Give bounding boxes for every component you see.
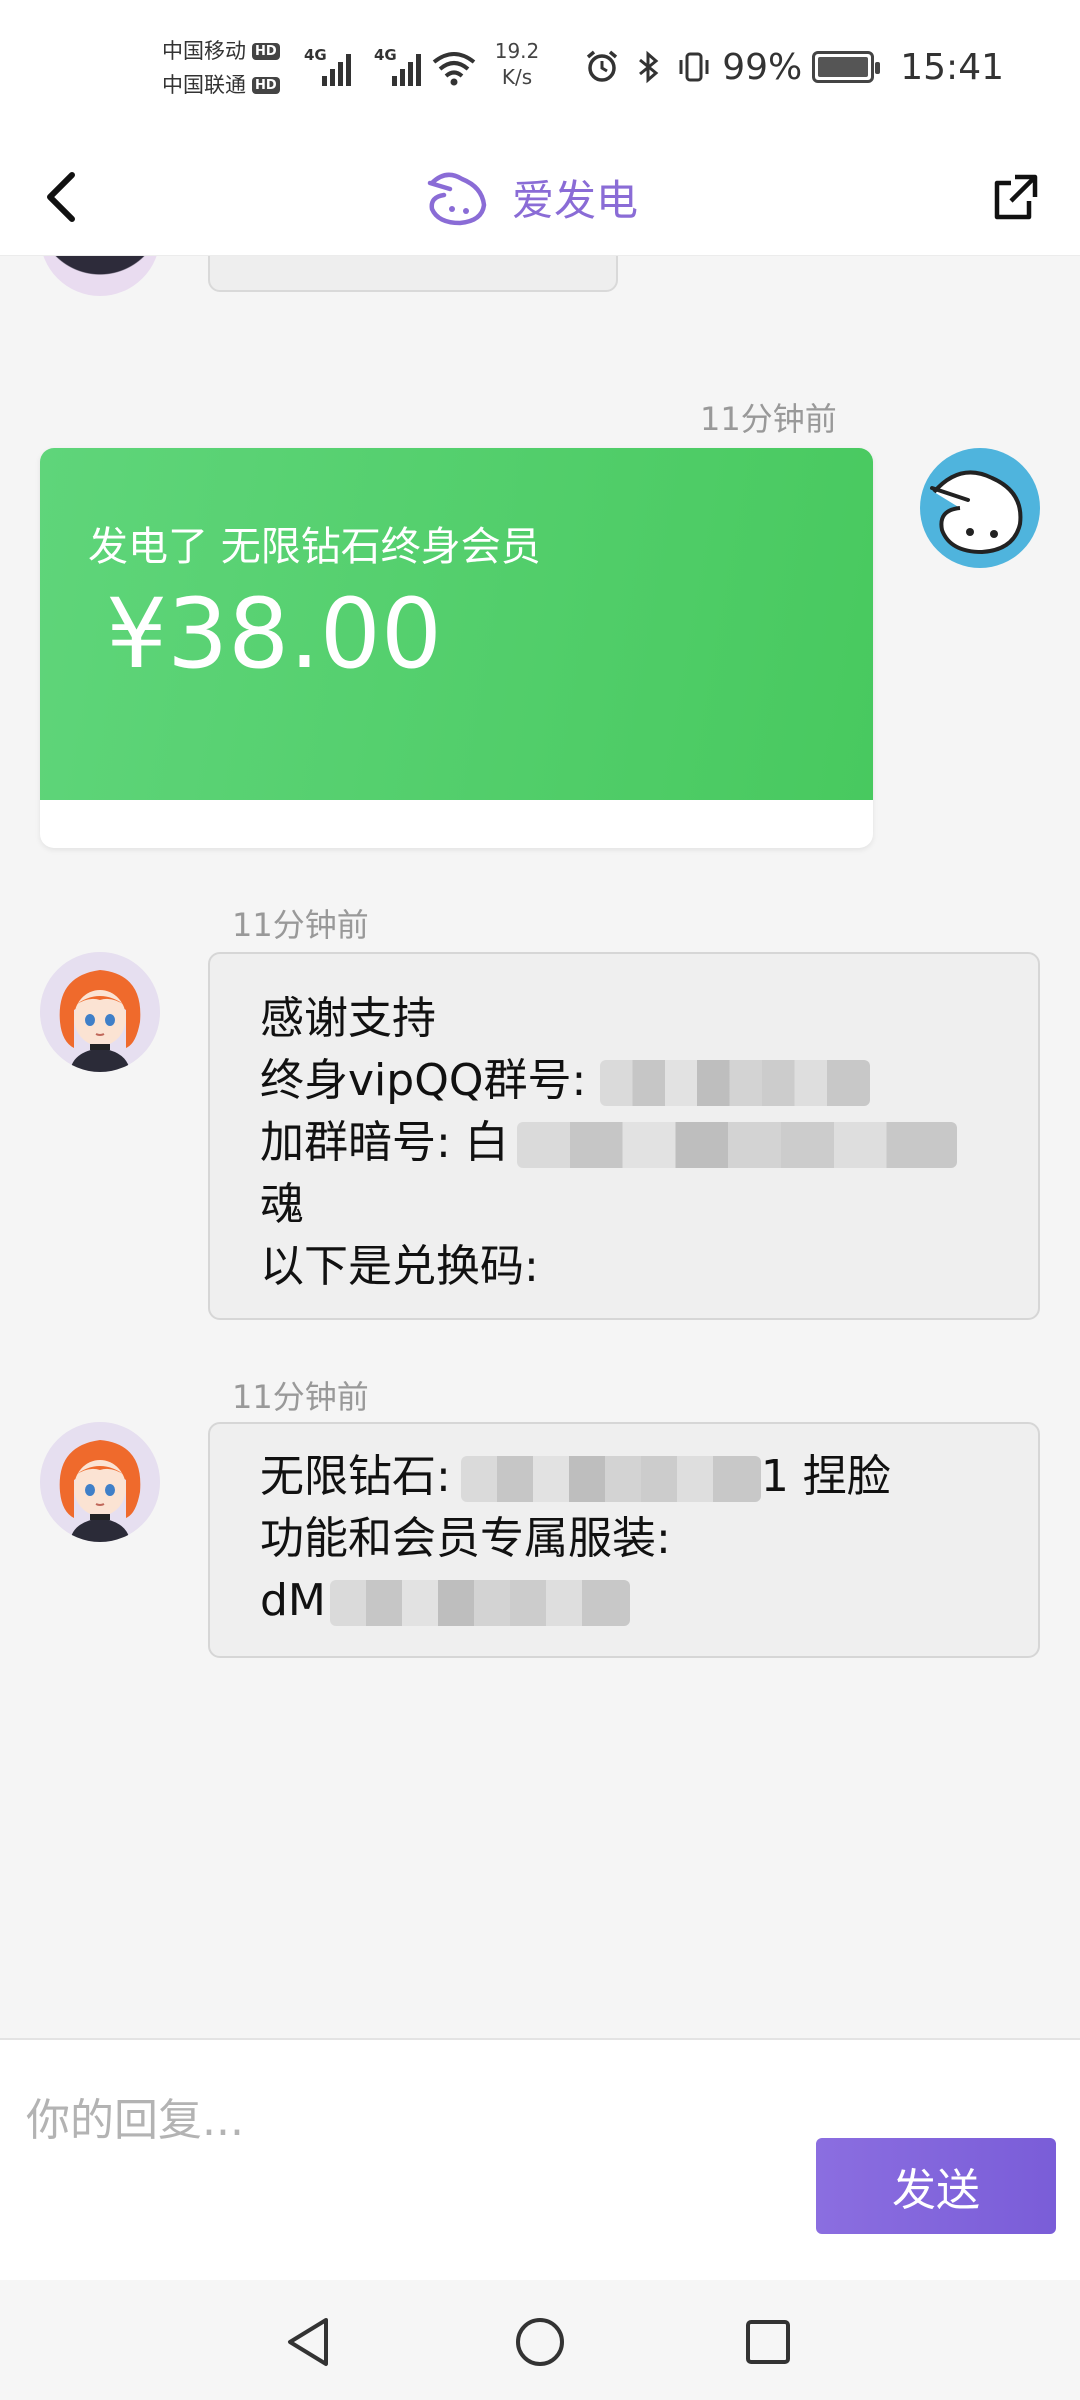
message-line: 加群暗号: 白 — [260, 1117, 509, 1168]
reply-bar: 发送 — [0, 2038, 1080, 2280]
signal-icon: 4G — [374, 44, 430, 86]
avatar[interactable] — [920, 448, 1040, 568]
battery-icon — [812, 51, 881, 83]
creator-avatar-icon — [40, 1422, 160, 1542]
message-line: 魂 — [260, 1179, 304, 1230]
wifi-icon — [432, 52, 476, 86]
app-header: 爱发电 — [0, 140, 1080, 256]
creator-avatar-icon — [40, 952, 160, 1072]
header-brand: 爱发电 — [422, 152, 638, 242]
support-card-header: 发电了 无限钻石终身会员 ¥38.00 — [40, 448, 873, 800]
chevron-left-icon — [47, 172, 75, 222]
clock: 15:41 — [900, 46, 1004, 88]
hd-badge: HD — [252, 76, 280, 94]
redacted-mosaic — [460, 1456, 761, 1502]
message-line: 终身vipQQ群号: — [260, 1055, 587, 1106]
triangle-back-icon — [288, 2318, 328, 2366]
message-bubble[interactable]: 感谢支持 终身vipQQ群号: 加群暗号: 白 魂 以下是兑换码: — [208, 952, 1040, 1320]
redacted-mosaic — [516, 1122, 957, 1168]
carrier-2-label: 中国联通 — [162, 73, 246, 97]
circle-home-icon — [516, 2318, 564, 2366]
message-line: 1 捏脸 — [760, 1451, 891, 1502]
signal-group: 4G 4G — [304, 44, 430, 86]
nav-back-button[interactable] — [276, 2310, 340, 2374]
message-line: 感谢支持 — [260, 993, 436, 1044]
system-nav-bar — [0, 2280, 1080, 2400]
reply-input[interactable] — [24, 2080, 784, 2160]
net-speed-unit: K/s — [501, 65, 533, 89]
bot-avatar-icon — [930, 470, 1023, 555]
message-line: 功能和会员专属服装: — [260, 1513, 671, 1564]
hd-badge: HD — [252, 42, 280, 60]
share-button[interactable] — [978, 158, 1050, 238]
status-right: 99% 15:41 — [584, 42, 1004, 92]
back-button[interactable] — [36, 162, 86, 232]
support-card[interactable]: 发电了 无限钻石终身会员 ¥38.00 — [40, 448, 873, 848]
status-bar: 中国移动 HD 中国联通 HD 4G 4G 19.2 K/s 99% 15:41 — [0, 0, 1080, 140]
carrier-info: 中国移动 HD 中国联通 HD — [162, 34, 302, 102]
redacted-mosaic — [329, 1580, 630, 1626]
signal-icon: 4G — [304, 44, 360, 86]
carrier-1-label: 中国移动 — [162, 39, 246, 63]
square-recent-icon — [746, 2320, 790, 2364]
page-title: 爱发电 — [512, 175, 639, 225]
redacted-mosaic — [600, 1060, 871, 1106]
alarm-icon — [587, 50, 618, 82]
message-timestamp: 11分钟前 — [232, 906, 369, 944]
support-amount: ¥38.00 — [106, 578, 442, 690]
external-link-icon — [994, 174, 1038, 220]
message-line: dM — [260, 1575, 326, 1626]
message-bubble[interactable]: 无限钻石: 1 捏脸 功能和会员专属服装: dM — [208, 1422, 1040, 1658]
aifadian-logo-icon — [427, 172, 487, 226]
nav-recent-button[interactable] — [736, 2310, 800, 2374]
message-bubble-partial — [208, 256, 618, 292]
send-button[interactable]: 发送 — [816, 2138, 1056, 2234]
battery-percent: 99% — [722, 46, 803, 88]
vibrate-icon — [679, 52, 709, 82]
bluetooth-icon — [639, 50, 659, 84]
chat-area[interactable]: 11分钟前 发电了 无限钻石终身会员 ¥38.00 11分钟前 感谢支持 终身v… — [0, 256, 1080, 2038]
avatar — [40, 256, 160, 296]
message-line: 以下是兑换码: — [260, 1241, 539, 1292]
avatar[interactable] — [40, 1422, 160, 1542]
avatar[interactable] — [40, 952, 160, 1072]
support-title: 发电了 无限钻石终身会员 — [88, 524, 541, 570]
net-speed: 19.2 K/s — [482, 38, 552, 90]
net-speed-value: 19.2 — [494, 39, 540, 63]
message-timestamp: 11分钟前 — [700, 400, 837, 438]
message-timestamp: 11分钟前 — [232, 1378, 369, 1416]
message-line: 无限钻石: — [260, 1451, 451, 1502]
nav-home-button[interactable] — [508, 2310, 572, 2374]
